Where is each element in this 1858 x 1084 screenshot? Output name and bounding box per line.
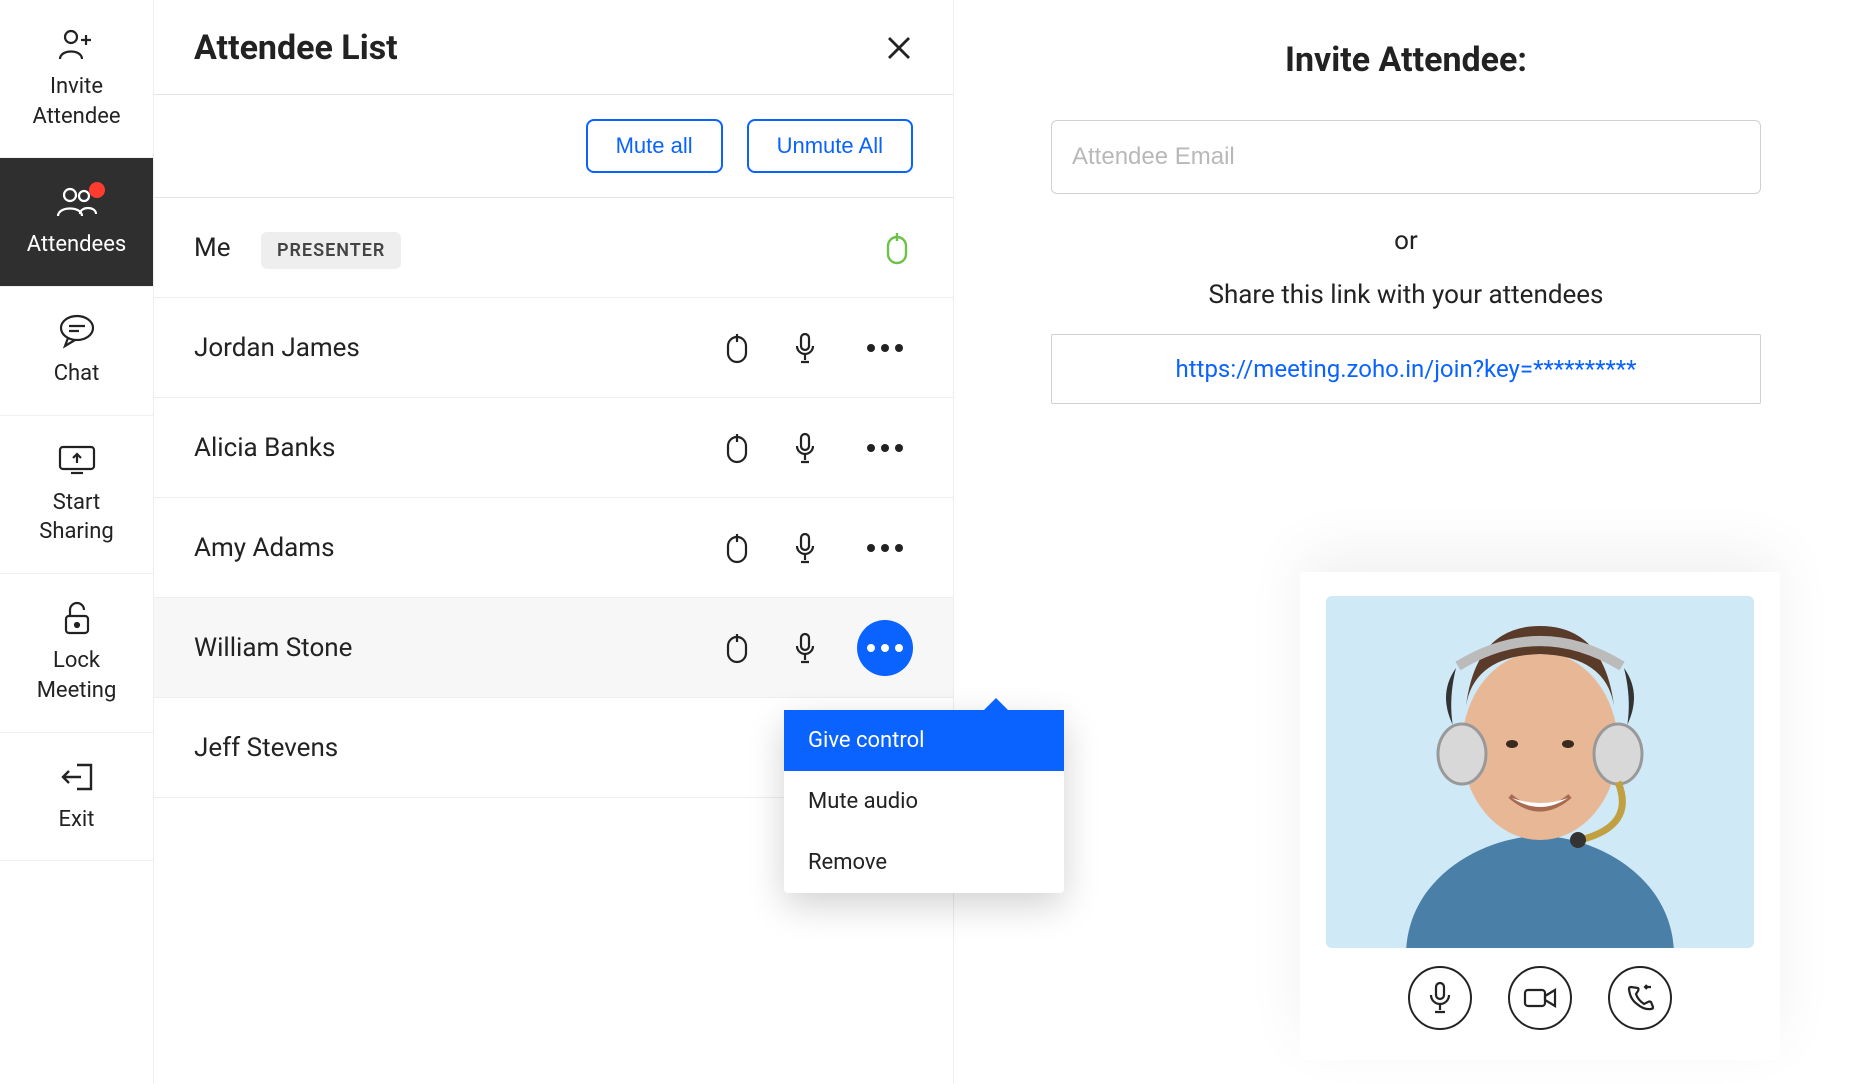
presenter-badge: PRESENTER bbox=[261, 232, 401, 269]
person-avatar bbox=[1326, 596, 1754, 948]
mic-icon[interactable] bbox=[789, 632, 821, 664]
panel-header: Attendee List bbox=[154, 0, 953, 95]
mouse-icon[interactable] bbox=[881, 232, 913, 264]
sidebar-item-label: Start Sharing bbox=[39, 488, 113, 547]
mic-icon[interactable] bbox=[789, 432, 821, 464]
sidebar-item-exit[interactable]: Exit bbox=[0, 733, 153, 862]
sidebar-item-invite-attendee[interactable]: Invite Attendee bbox=[0, 0, 153, 158]
end-call-button[interactable] bbox=[1608, 966, 1672, 1030]
mouse-icon[interactable] bbox=[721, 432, 753, 464]
sidebar-item-chat[interactable]: Chat bbox=[0, 287, 153, 416]
exit-icon bbox=[59, 757, 95, 797]
sidebar-item-label: Lock Meeting bbox=[37, 646, 117, 705]
attendee-name: Me PRESENTER bbox=[194, 233, 881, 263]
attendee-name: Amy Adams bbox=[194, 533, 721, 563]
notification-dot bbox=[89, 182, 105, 198]
more-button[interactable] bbox=[857, 620, 913, 676]
more-button[interactable] bbox=[857, 520, 913, 576]
attendee-row: Alicia Banks bbox=[154, 398, 953, 498]
menu-item-mute-audio[interactable]: Mute audio bbox=[784, 771, 1064, 832]
sidebar-item-attendees[interactable]: Attendees bbox=[0, 158, 153, 287]
more-button[interactable] bbox=[857, 420, 913, 476]
mute-button-row: Mute all Unmute All bbox=[154, 95, 953, 198]
person-plus-icon bbox=[58, 24, 96, 64]
video-controls bbox=[1300, 966, 1780, 1030]
more-button[interactable] bbox=[857, 320, 913, 376]
video-toggle-button[interactable] bbox=[1508, 966, 1572, 1030]
attendee-actions-popover: Give control Mute audio Remove bbox=[784, 710, 1064, 893]
mic-icon[interactable] bbox=[789, 532, 821, 564]
attendee-list: Me PRESENTER Jordan James Alicia Banks bbox=[154, 198, 953, 1084]
panel-title: Attendee List bbox=[194, 28, 398, 68]
attendee-name: Alicia Banks bbox=[194, 433, 721, 463]
share-link-box[interactable]: https://meeting.zoho.in/join?key=*******… bbox=[1051, 334, 1761, 404]
invite-title: Invite Attendee: bbox=[1285, 40, 1527, 80]
attendee-row-me: Me PRESENTER bbox=[154, 198, 953, 298]
unmute-all-button[interactable]: Unmute All bbox=[747, 119, 913, 173]
sidebar-item-start-sharing[interactable]: Start Sharing bbox=[0, 416, 153, 574]
mouse-icon[interactable] bbox=[721, 332, 753, 364]
sidebar: Invite Attendee Attendees Chat bbox=[0, 0, 154, 1084]
invite-pane: Invite Attendee: or Share this link with… bbox=[954, 0, 1858, 1084]
attendee-row: Jordan James bbox=[154, 298, 953, 398]
lock-open-icon bbox=[61, 598, 93, 638]
video-preview-card bbox=[1300, 572, 1780, 1060]
mic-toggle-button[interactable] bbox=[1408, 966, 1472, 1030]
attendee-email-input[interactable] bbox=[1051, 120, 1761, 194]
chat-icon bbox=[58, 311, 96, 351]
video-thumbnail bbox=[1326, 596, 1754, 948]
mouse-icon[interactable] bbox=[721, 632, 753, 664]
mic-icon[interactable] bbox=[789, 332, 821, 364]
menu-item-give-control[interactable]: Give control bbox=[784, 710, 1064, 771]
sidebar-item-label: Invite Attendee bbox=[32, 72, 120, 131]
attendee-name: William Stone bbox=[194, 633, 721, 663]
sidebar-item-label: Exit bbox=[59, 805, 95, 835]
close-button[interactable] bbox=[885, 34, 913, 62]
attendee-row: William Stone bbox=[154, 598, 953, 698]
attendee-name: Jordan James bbox=[194, 333, 721, 363]
sidebar-item-label: Chat bbox=[54, 359, 100, 389]
sidebar-item-lock-meeting[interactable]: Lock Meeting bbox=[0, 574, 153, 732]
or-label: or bbox=[1394, 226, 1418, 256]
attendee-panel: Attendee List Mute all Unmute All Me PRE… bbox=[154, 0, 954, 1084]
mute-all-button[interactable]: Mute all bbox=[586, 119, 723, 173]
screen-share-icon bbox=[57, 440, 97, 480]
sidebar-item-label: Attendees bbox=[27, 230, 126, 260]
attendee-row: Amy Adams bbox=[154, 498, 953, 598]
menu-item-remove[interactable]: Remove bbox=[784, 832, 1064, 893]
mouse-icon[interactable] bbox=[721, 532, 753, 564]
share-link-text: Share this link with your attendees bbox=[1209, 280, 1604, 310]
